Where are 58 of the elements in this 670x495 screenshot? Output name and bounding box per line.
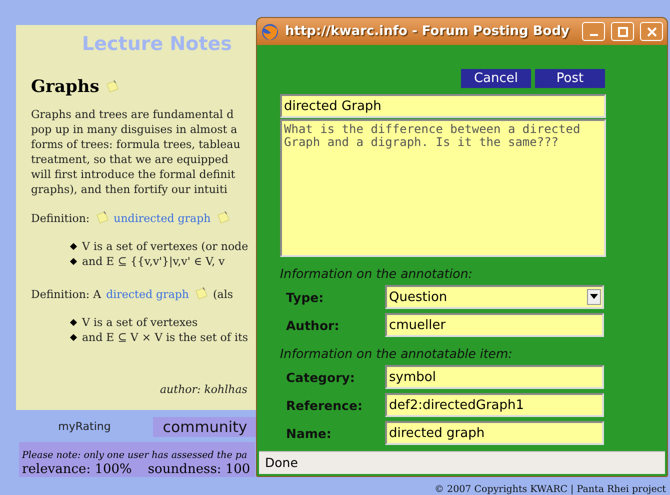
- bullet-icon: [70, 318, 78, 326]
- definition-text: Definition:: [31, 212, 90, 224]
- sticky-note-icon[interactable]: [194, 287, 208, 301]
- type-dropdown[interactable]: Question: [385, 285, 604, 309]
- paragraph-line: graphs), and then fortify our intuiti: [31, 182, 228, 197]
- browser-globe-icon: [261, 22, 279, 40]
- minimize-button[interactable]: [582, 22, 605, 41]
- paragraph-line: pop up in many disguises in almost a: [31, 122, 238, 137]
- text-field[interactable]: directed graph: [385, 421, 604, 445]
- bullet-text: and E ⊆ V × V is the set of its: [82, 330, 248, 345]
- bullet-icon: [70, 334, 78, 342]
- paragraph-line: forms of trees: formula trees, tableau: [31, 137, 240, 152]
- bullet-text: V is a set of vertexes (or node: [82, 239, 248, 254]
- rating-tab[interactable]: myRating: [16, 417, 153, 437]
- field-label: Category:: [286, 370, 356, 384]
- rating-tab[interactable]: community: [153, 417, 257, 437]
- bullet-text: V is a set of vertexes: [82, 315, 198, 330]
- definition-link[interactable]: directed graph: [106, 288, 190, 300]
- minimize-icon: [590, 34, 598, 36]
- message-text-area[interactable]: What is the difference between a directed Graph and a digraph. Is it the same???: [280, 119, 606, 257]
- sticky-note-icon[interactable]: [216, 211, 230, 225]
- paragraph-line: Graphs and trees are fundamental d: [31, 107, 234, 122]
- paragraph-line: will first introduce the formal definit: [31, 167, 236, 182]
- cancel-button[interactable]: Cancel: [461, 69, 531, 88]
- rating-note: Please note: only one user has assessed the pa: [22, 450, 248, 461]
- bullet-text: and E ⊆ {{v,v'}|v,v' ∈ V, v: [82, 254, 225, 269]
- definition-link[interactable]: undirected graph: [114, 212, 211, 224]
- section-heading: Information on the annotatable item:: [280, 346, 512, 361]
- field-label: Type:: [286, 290, 325, 304]
- definition-text: (als: [213, 288, 234, 300]
- bullet-icon: [70, 258, 78, 266]
- paragraph-line: treatment, so that we are equipped: [31, 152, 228, 167]
- copyright-footer: © 2007 Copyrights KWARC | Panta Rhei project: [434, 484, 666, 495]
- maximize-icon: [618, 26, 628, 36]
- bullet-icon: [70, 242, 78, 250]
- status-bar: Done: [259, 451, 665, 474]
- sticky-note-icon[interactable]: [105, 80, 120, 94]
- maximize-button[interactable]: [611, 22, 634, 41]
- close-button[interactable]: [640, 22, 663, 41]
- section-title: Graphs: [31, 77, 100, 97]
- field-label: Reference:: [286, 398, 364, 412]
- post-button[interactable]: Post: [535, 69, 605, 88]
- subject-field[interactable]: directed Graph: [280, 94, 606, 118]
- window-title: http://kwarc.info - Forum Posting Body: [285, 24, 571, 39]
- close-icon: [646, 26, 656, 36]
- text-field[interactable]: cmueller: [385, 313, 604, 337]
- author-line: author: kohlhas: [160, 383, 248, 396]
- lecture-notes-title: Lecture Notes: [82, 33, 232, 57]
- field-label: Name:: [286, 426, 332, 440]
- text-field[interactable]: def2:directedGraph1: [385, 393, 604, 417]
- text-field[interactable]: symbol: [385, 365, 604, 389]
- rating-score: relevance: 100%: [22, 462, 132, 477]
- definition-text: Definition: A: [31, 288, 102, 300]
- section-heading: Information on the annotation:: [280, 266, 472, 281]
- rating-score: soundness: 100: [148, 462, 250, 477]
- field-label: Author:: [286, 318, 340, 332]
- sticky-note-icon[interactable]: [94, 211, 109, 225]
- dropdown-value: Question: [389, 290, 448, 304]
